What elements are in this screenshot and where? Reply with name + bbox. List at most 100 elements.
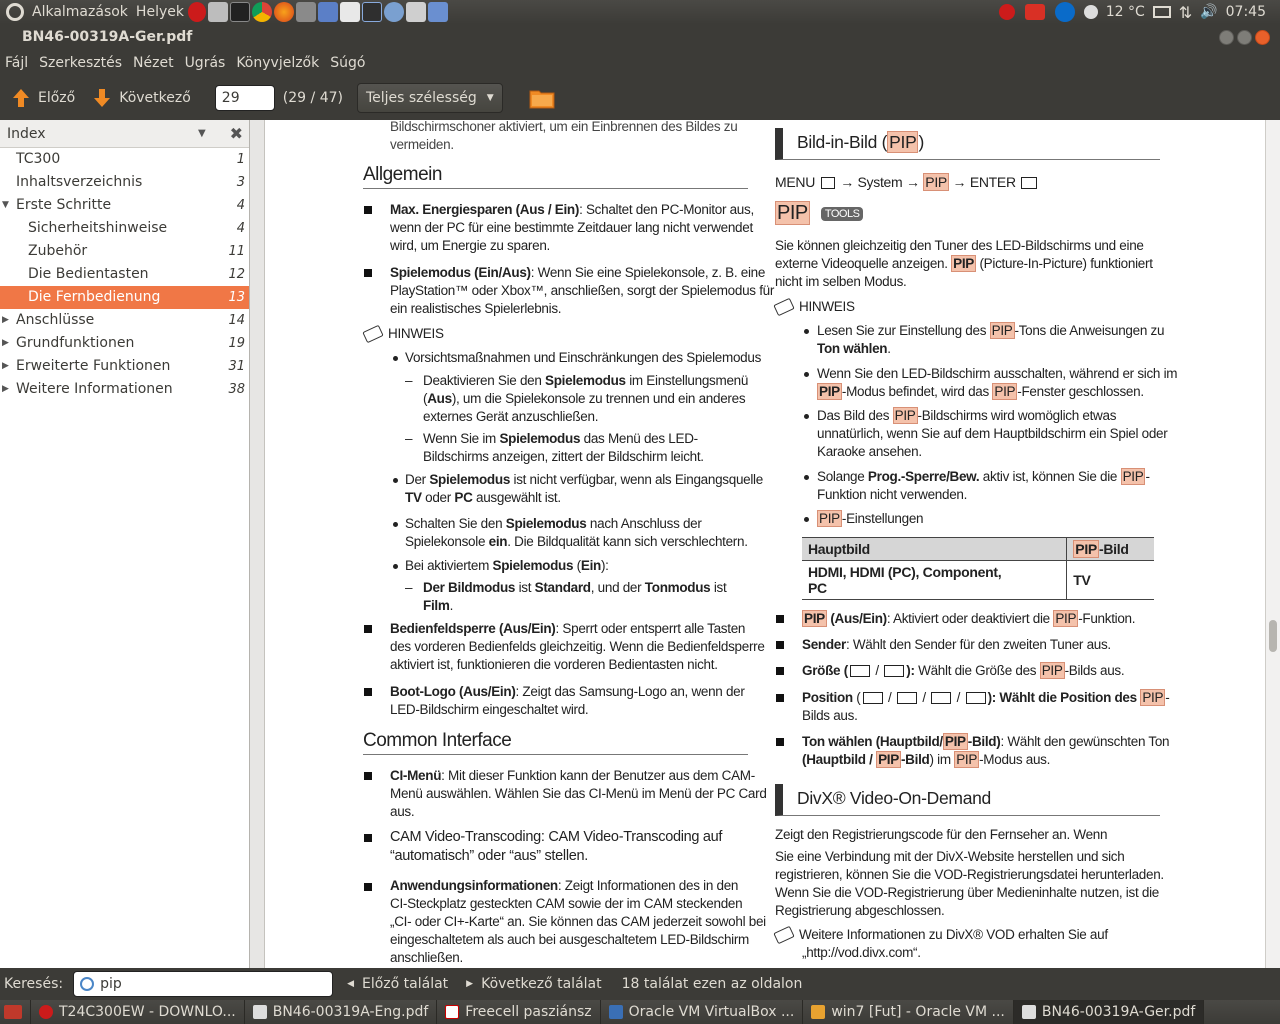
toc-item-page: 19 (228, 336, 245, 351)
pip-item: Größe ( / ): Wählt die Größe des PIP -Bil… (802, 662, 1125, 679)
page-text: Bildschirmschoner aktiviert, um ein Einb… (390, 120, 738, 154)
system-monitor-launcher-icon[interactable] (361, 2, 382, 22)
gmail-icon[interactable] (1024, 4, 1045, 20)
menu-icon (820, 177, 835, 190)
opera-launcher-icon[interactable] (187, 2, 206, 22)
item-max-energiesparen: Max. Energiesparen (Aus / Ein): Schaltet… (390, 202, 754, 253)
heading-divx: DivX® Video-On-Demand (775, 784, 1160, 816)
toc-item[interactable]: Die Fernbedienung 13 (0, 286, 249, 309)
toc-item[interactable]: Inhaltsverzeichnis 3 (0, 171, 249, 194)
task-virtualbox[interactable]: Oracle VM VirtualBox ... (601, 1000, 804, 1024)
menu-edit[interactable]: Szerkesztés (39, 55, 122, 71)
calculator-launcher-icon[interactable] (405, 2, 426, 22)
text-line: Bildschirmschoner aktiviert, um ein Einb… (390, 120, 738, 134)
chrome-launcher-icon[interactable] (251, 2, 272, 22)
close-icon[interactable] (1255, 30, 1270, 45)
arrow-down-icon (94, 89, 111, 107)
expander-icon[interactable]: ▶ (2, 378, 9, 401)
find-input[interactable]: pip (73, 971, 334, 997)
ubuntu-logo-icon[interactable] (6, 3, 24, 21)
temperature[interactable]: 12 °C (1106, 4, 1145, 20)
toc-item[interactable]: Sicherheitshinweise 4 (0, 217, 249, 240)
remote-desktop-launcher-icon[interactable] (427, 2, 448, 22)
toc-item-page: 38 (228, 382, 245, 397)
sidebar-dropdown-icon[interactable]: ▼ (198, 128, 206, 139)
weather-icon[interactable] (1083, 5, 1098, 19)
toc-item[interactable]: ▶ Anschlüsse 14 (0, 309, 249, 332)
menu-go[interactable]: Ugrás (185, 55, 226, 71)
toc-item-page: 3 (236, 175, 245, 190)
page-count: (29 / 47) (282, 90, 343, 106)
toc-item[interactable]: ▼ Erste Schritte 4 (0, 194, 249, 217)
task-opera[interactable]: T24C300EW - DOWNLO... (31, 1000, 245, 1024)
places-menu[interactable]: Helyek (136, 4, 184, 20)
heading-bild-in-bild: Bild-in-Bild (PIP) (775, 128, 1160, 160)
toc-item[interactable]: Zubehör 11 (0, 240, 249, 263)
show-desktop-button[interactable] (0, 1000, 31, 1024)
opera-tray-icon[interactable] (998, 4, 1015, 20)
toc-item[interactable]: TC300 1 (0, 148, 249, 171)
screenshot-launcher-icon[interactable] (317, 2, 338, 22)
menu-bookmarks[interactable]: Könyvjelzők (236, 55, 319, 71)
network-icon[interactable]: ⇅ (1179, 3, 1192, 22)
toc-item[interactable]: ▶ Erweiterte Funktionen 31 (0, 355, 249, 378)
mail-icon[interactable] (1152, 6, 1171, 18)
toc-item[interactable]: ▶ Grundfunktionen 19 (0, 332, 249, 355)
minimize-icon[interactable] (1219, 30, 1234, 45)
expander-icon[interactable]: ▶ (2, 332, 9, 355)
toc-item-page: 4 (236, 198, 245, 213)
vm-icon (811, 1005, 826, 1019)
pip-note: Lesen Sie zur Einstellung des PIP -Tons d… (817, 322, 1165, 356)
page-scrollbar[interactable] (1265, 120, 1280, 968)
sidebar-title[interactable]: Index (7, 126, 46, 142)
pip-item: Position ( / / / ): Wählt die Position d… (802, 689, 1170, 723)
toc-item-page: 1 (236, 152, 245, 167)
toc-item[interactable]: Die Bedientasten 12 (0, 263, 249, 286)
task-pdf-eng[interactable]: BN46-00319A-Eng.pdf (245, 1000, 438, 1024)
scrollbar-thumb[interactable] (1269, 620, 1277, 652)
bullet (776, 694, 784, 702)
next-match-button[interactable]: Következő találat (481, 976, 602, 992)
expander-icon[interactable]: ▶ (2, 309, 9, 332)
previous-page-label: Előző (38, 90, 76, 106)
toc-item-label: Inhaltsverzeichnis (16, 174, 143, 190)
hp-icon[interactable] (1054, 2, 1075, 22)
expander-icon[interactable]: ▶ (2, 355, 9, 378)
terminal-launcher-icon[interactable] (229, 2, 250, 22)
page-number-input[interactable] (214, 85, 275, 111)
toc-item-label: Die Bedientasten (28, 266, 149, 282)
sidebar-close-icon[interactable]: ✖ (230, 124, 243, 143)
task-win7-vm[interactable]: win7 [Fut] - Oracle VM ... (803, 1000, 1014, 1024)
text-editor-launcher-icon[interactable] (339, 2, 360, 22)
task-freecell[interactable]: Freecell pasziánsz (437, 1000, 601, 1024)
previous-match-button[interactable]: Előző találat (362, 976, 448, 992)
item-boot-logo: Boot-Logo (Aus/Ein): Zeigt das Samsung-L… (390, 684, 745, 717)
menu-file[interactable]: Fájl (5, 55, 28, 71)
card-icon (445, 1005, 460, 1019)
opera-icon (39, 1005, 53, 1019)
network-launcher-icon[interactable] (383, 2, 404, 22)
toc-item[interactable]: ▶ Weitere Informationen 38 (0, 378, 249, 401)
firefox-launcher-icon[interactable] (273, 2, 294, 22)
sidebar-scrollbar[interactable] (250, 120, 265, 968)
menu-view[interactable]: Nézet (133, 55, 174, 71)
note-line: Schalten Sie den Spielemodus nach Anschl… (405, 516, 748, 549)
previous-page-button[interactable]: Előző (10, 87, 75, 109)
folder-open-icon[interactable] (529, 87, 555, 109)
next-page-button[interactable]: Következő (91, 87, 191, 109)
text-line: vermeiden. (390, 137, 454, 152)
expander-icon[interactable]: ▼ (2, 194, 9, 217)
toc-item-label: Zubehör (28, 243, 88, 259)
monitor-launcher-icon[interactable] (295, 2, 316, 22)
task-pdf-ger[interactable]: BN46-00319A-Ger.pdf (1013, 1000, 1205, 1024)
next-page-label: Következő (119, 90, 191, 106)
menu-help[interactable]: Súgó (330, 55, 365, 71)
zoom-select[interactable]: Teljes szélesség ▼ (356, 83, 503, 113)
volume-icon[interactable]: 🔊 (1200, 4, 1217, 20)
maximize-icon[interactable] (1237, 30, 1252, 45)
item-bedienfeldsperre: Bedienfeldsperre (Aus/Ein): Sperrt oder … (390, 621, 765, 672)
taskbar: T24C300EW - DOWNLO... BN46-00319A-Eng.pd… (0, 1000, 1280, 1024)
camera-launcher-icon[interactable] (207, 2, 228, 22)
applications-menu[interactable]: Alkalmazások (32, 4, 128, 20)
clock[interactable]: 07:45 (1226, 4, 1266, 20)
